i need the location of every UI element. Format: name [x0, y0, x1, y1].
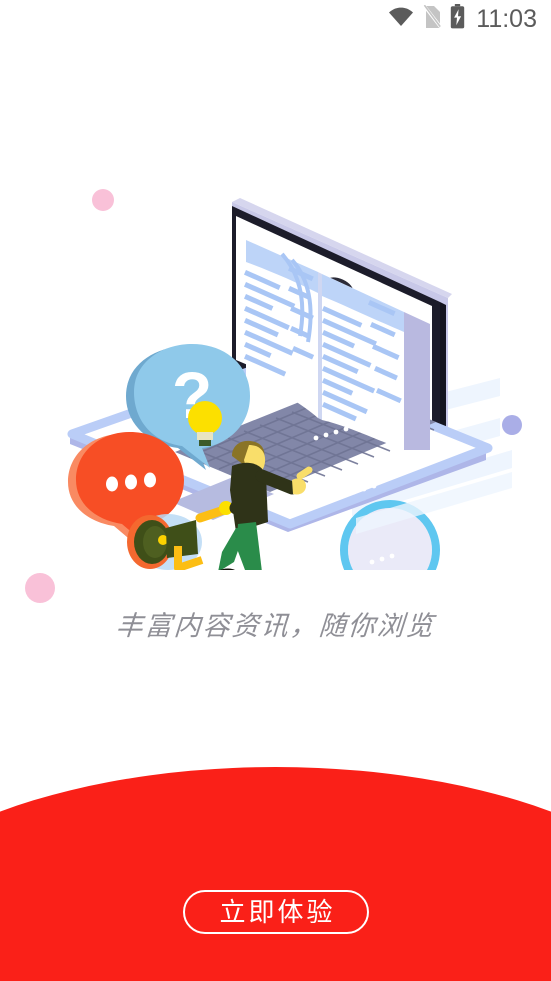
red-arc-panel	[0, 700, 551, 981]
no-sim-icon	[423, 4, 443, 34]
start-experience-button[interactable]: 立即体验	[183, 890, 369, 934]
onboarding-illustration: ?	[0, 150, 551, 570]
wifi-icon	[388, 7, 414, 32]
decorative-dot-pink-bottom	[25, 573, 55, 603]
decorative-dot-pink-top	[92, 189, 114, 211]
battery-charging-icon	[450, 4, 465, 34]
status-bar: 11:03	[0, 0, 551, 38]
status-bar-clock: 11:03	[476, 4, 537, 33]
decorative-dot-purple-right	[502, 415, 522, 435]
onboarding-screen: 11:03 ? 丰富内容资讯，随你浏览 立即体验	[0, 0, 551, 981]
onboarding-tagline: 丰富内容资讯，随你浏览	[114, 611, 436, 641]
red-arc-shape	[0, 767, 551, 981]
